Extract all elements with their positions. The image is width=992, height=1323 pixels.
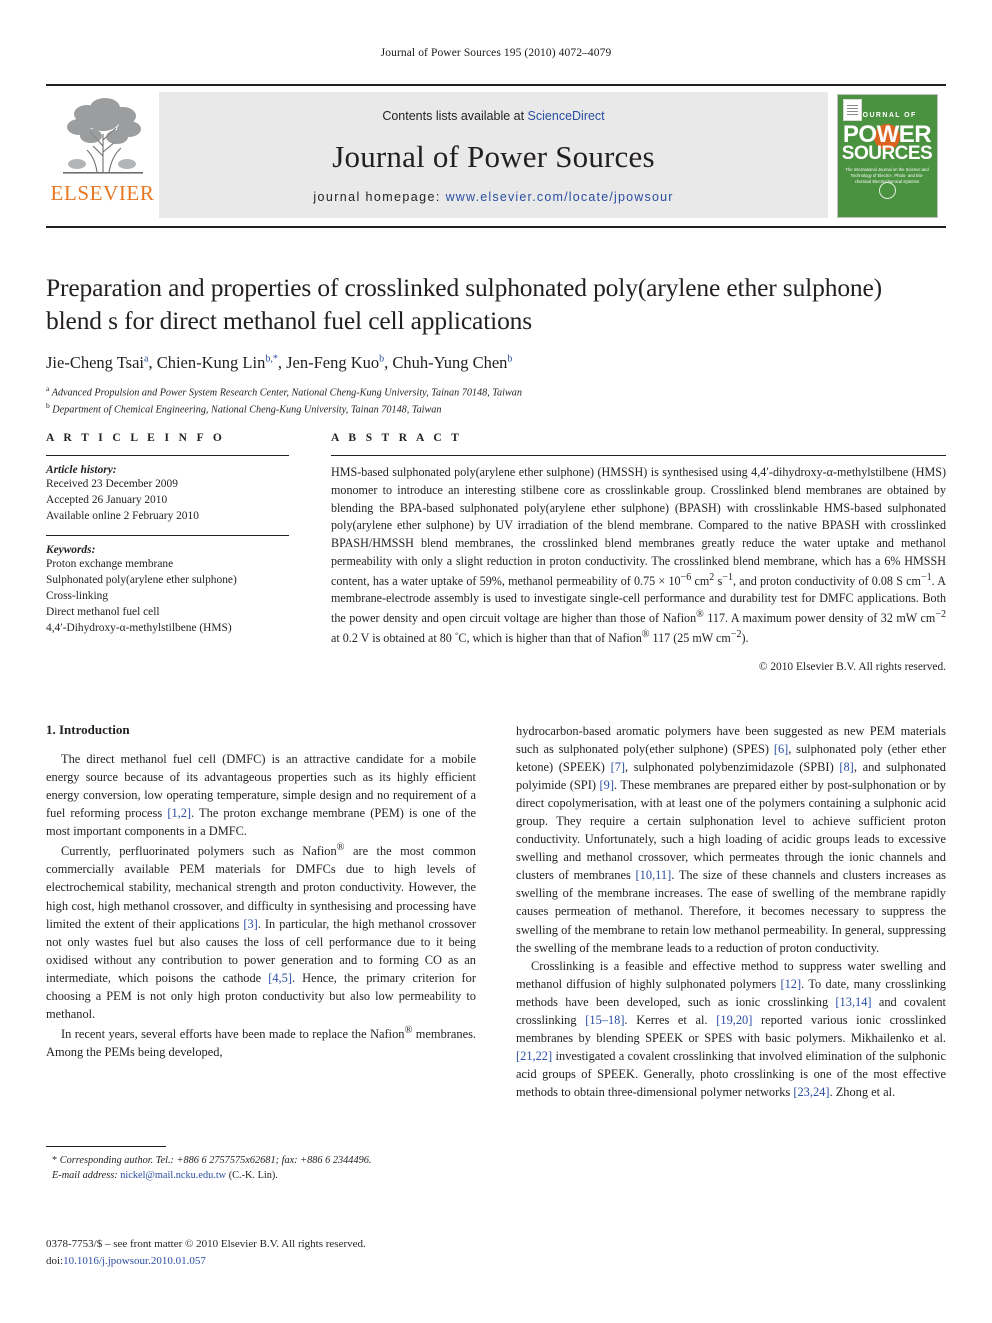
article-info-rule-mid [46, 534, 289, 536]
email-suffix: (C.-K. Lin). [226, 1169, 278, 1181]
keyword-item: 4,4′-Dihydroxy-α-methylstilbene (HMS) [46, 622, 232, 635]
section-heading-introduction: 1. Introduction [46, 722, 130, 737]
keyword-item: Proton exchange membrane [46, 557, 174, 570]
contents-prefix: Contents lists available at [382, 109, 528, 123]
footnote-rule [46, 1146, 166, 1147]
running-head: Journal of Power Sources 195 (2010) 4072… [380, 47, 612, 59]
email-note: E-mail address: nickel@mail.ncku.edu.tw … [46, 1169, 476, 1184]
paragraph: Currently, perfluorinated polymers such … [46, 842, 476, 1021]
article-history-label: Article history: [46, 464, 117, 476]
journal-cover-wrap: JOURNAL OF POWER SOURCES The Internation… [828, 86, 946, 225]
cover-emblem-icon [878, 181, 896, 199]
doi-link[interactable]: 10.1016/j.jpowsour.2010.01.057 [63, 1255, 206, 1267]
info-abstract-row: A R T I C L E I N F O Article history: R… [46, 432, 946, 673]
paragraph: hydrocarbon-based aromatic polymers have… [516, 724, 946, 955]
abstract-heading: A B S T R A C T [331, 432, 463, 444]
cover-journal-of-text: JOURNAL OF [857, 111, 917, 119]
article-info-heading: A R T I C L E I N F O [46, 432, 226, 444]
keyword-item: Direct methanol fuel cell [46, 606, 160, 619]
homepage-prefix: journal homepage: [313, 190, 446, 204]
keywords-label: Keywords: [46, 543, 96, 556]
contents-available-line: Contents lists available at ScienceDirec… [159, 109, 828, 123]
article-available-date: Available online 2 February 2010 [46, 510, 199, 523]
email-link[interactable]: nickel@mail.ncku.edu.tw [120, 1170, 226, 1181]
keyword-item: Cross-linking [46, 589, 109, 602]
body-column-right: hydrocarbon-based aromatic polymers have… [516, 722, 946, 1101]
cover-sources-text: SOURCES [841, 142, 933, 164]
body-columns: 1. Introduction The direct methanol fuel… [46, 722, 946, 1101]
corresponding-author-note: * Corresponding author. Tel.: +886 6 275… [52, 1155, 372, 1166]
keyword-item: Sulphonated poly(arylene ether sulphone) [46, 573, 237, 586]
article-accepted-date: Accepted 26 January 2010 [46, 494, 168, 507]
journal-cover-image: JOURNAL OF POWER SOURCES The Internation… [836, 93, 938, 218]
author-list: Jie-Cheng Tsaia, Chien-Kung Linb,*, Jen-… [46, 353, 513, 373]
affiliation-a: a Advanced Propulsion and Power System R… [46, 384, 522, 399]
affiliation-b: b Department of Chemical Engineering, Na… [46, 401, 442, 416]
footnote-area: * Corresponding author. Tel.: +886 6 275… [46, 1146, 476, 1184]
paragraph: In recent years, several efforts have be… [46, 1024, 476, 1059]
issn-line: 0378-7753/$ – see front matter © 2010 El… [46, 1238, 366, 1250]
page-title: Preparation and properties of crosslinke… [46, 273, 883, 335]
journal-homepage-line: journal homepage: www.elsevier.com/locat… [159, 190, 828, 204]
abstract-body: HMS-based sulphonated poly(arylene ether… [331, 465, 946, 645]
abstract-column: A B S T R A C T HMS-based sulphonated po… [331, 432, 946, 673]
affiliation-b-text: Department of Chemical Engineering, Nati… [52, 404, 442, 416]
paragraph: Crosslinking is a feasible and effective… [516, 958, 947, 1099]
elsevier-wordmark: ELSEVIER [50, 181, 155, 205]
doi-line: doi:10.1016/j.jpowsour.2010.01.057 [46, 1253, 506, 1270]
doi-label: doi: [46, 1254, 64, 1267]
email-label: E-mail address: [52, 1169, 118, 1181]
journal-title: Journal of Power Sources [332, 139, 655, 174]
body-column-left: 1. Introduction The direct methanol fuel… [46, 722, 476, 1101]
elsevier-tree-icon [62, 98, 143, 174]
sciencedirect-link[interactable]: ScienceDirect [528, 109, 605, 123]
abstract-copyright: © 2010 Elsevier B.V. All rights reserved… [758, 660, 946, 673]
abstract-rule-top [331, 455, 946, 456]
journal-homepage-link[interactable]: www.elsevier.com/locate/jpowsour [446, 190, 674, 204]
elsevier-logo: ELSEVIER [46, 86, 159, 225]
article-info-column: A R T I C L E I N F O Article history: R… [46, 432, 289, 673]
journal-masthead: ELSEVIER Contents lists available at Sci… [46, 84, 946, 228]
article-info-rule-top [46, 455, 289, 456]
title-block: Preparation and properties of crosslinke… [46, 272, 926, 419]
article-received-date: Received 23 December 2009 [46, 478, 178, 490]
affiliation-a-text: Advanced Propulsion and Power System Res… [51, 387, 522, 399]
issn-copyright-block: 0378-7753/$ – see front matter © 2010 El… [46, 1236, 506, 1269]
paper-page: Journal of Power Sources 195 (2010) 4072… [0, 0, 992, 1323]
masthead-center-band: Contents lists available at ScienceDirec… [159, 92, 828, 218]
paragraph: The direct methanol fuel cell (DMFC) is … [46, 752, 476, 839]
